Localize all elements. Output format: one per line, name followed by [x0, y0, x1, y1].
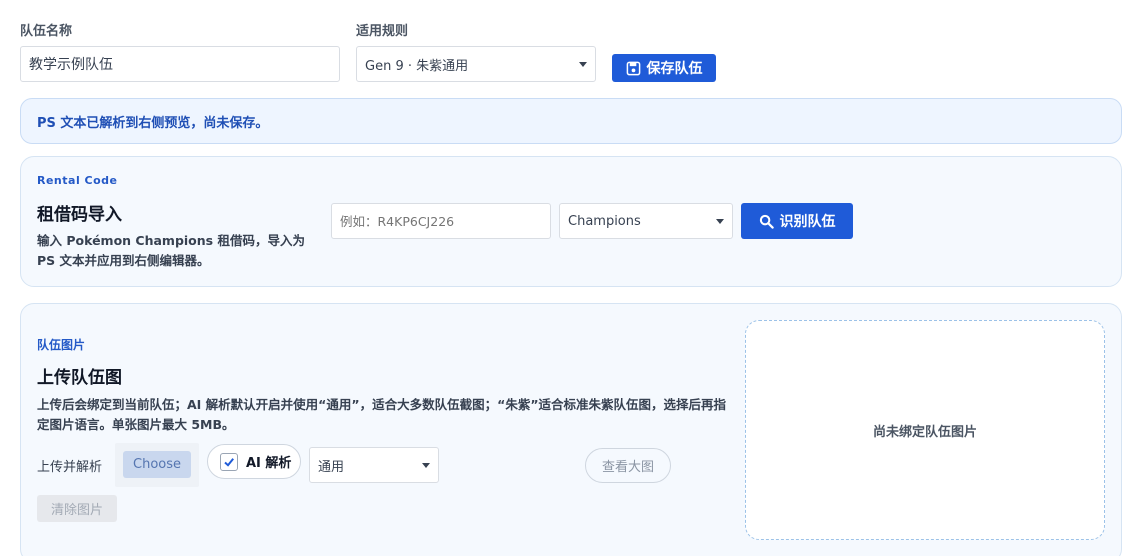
chevron-down-icon — [716, 218, 724, 224]
upload-label: 上传并解析 — [37, 460, 103, 475]
empty-preview-text: 尚未绑定队伍图片 — [872, 424, 977, 440]
clear-image-button[interactable]: 清除图片 — [37, 495, 117, 522]
game-select[interactable]: Champions — [559, 203, 733, 239]
search-icon — [759, 214, 774, 229]
identify-team-button[interactable]: 识别队伍 — [741, 203, 853, 239]
ai-parse-toggle[interactable]: AI 解析 — [207, 444, 301, 479]
image-description: 上传后会绑定到当前队伍；AI 解析默认开启并使用“通用”，适合大多数队伍截图；“… — [37, 397, 727, 432]
file-upload-field[interactable]: Choose — [115, 443, 199, 487]
image-title: 上传队伍图 — [37, 368, 122, 388]
rule-select[interactable]: Gen 9 · 朱紫通用 — [356, 46, 596, 82]
parse-mode-value: 通用 — [318, 459, 345, 475]
parse-mode-select[interactable]: 通用 — [309, 447, 439, 483]
choose-file-button[interactable]: Choose — [123, 451, 191, 478]
chevron-down-icon — [579, 61, 587, 67]
team-name-input[interactable]: 教学示例队伍 — [20, 46, 340, 82]
parse-notice: PS 文本已解析到右侧预览，尚未保存。 — [20, 98, 1122, 144]
rental-title: 租借码导入 — [37, 205, 122, 225]
checkmark-icon — [224, 457, 234, 467]
identify-team-label: 识别队伍 — [779, 214, 836, 230]
ai-parse-label: AI 解析 — [246, 456, 292, 471]
parse-notice-text: PS 文本已解析到右侧预览，尚未保存。 — [37, 115, 269, 131]
save-team-button[interactable]: 保存队伍 — [612, 54, 716, 82]
rental-code-input[interactable] — [331, 203, 551, 239]
rental-description: 输入 Pokémon Champions 租借码，导入为 PS 文本并应用到右侧… — [37, 233, 305, 268]
image-eyebrow: 队伍图片 — [37, 338, 86, 352]
rental-eyebrow: Rental Code — [37, 174, 118, 187]
rule-select-value: Gen 9 · 朱紫通用 — [365, 58, 469, 74]
chevron-down-icon — [422, 462, 430, 468]
team-name-label: 队伍名称 — [20, 24, 73, 39]
view-large-button[interactable]: 查看大图 — [585, 448, 671, 483]
save-icon — [626, 61, 640, 75]
rule-label: 适用规则 — [356, 24, 409, 39]
game-select-value: Champions — [568, 213, 641, 229]
ai-parse-checkbox[interactable] — [220, 452, 238, 471]
team-image-preview: 尚未绑定队伍图片 — [745, 320, 1105, 540]
save-team-label: 保存队伍 — [646, 61, 703, 77]
